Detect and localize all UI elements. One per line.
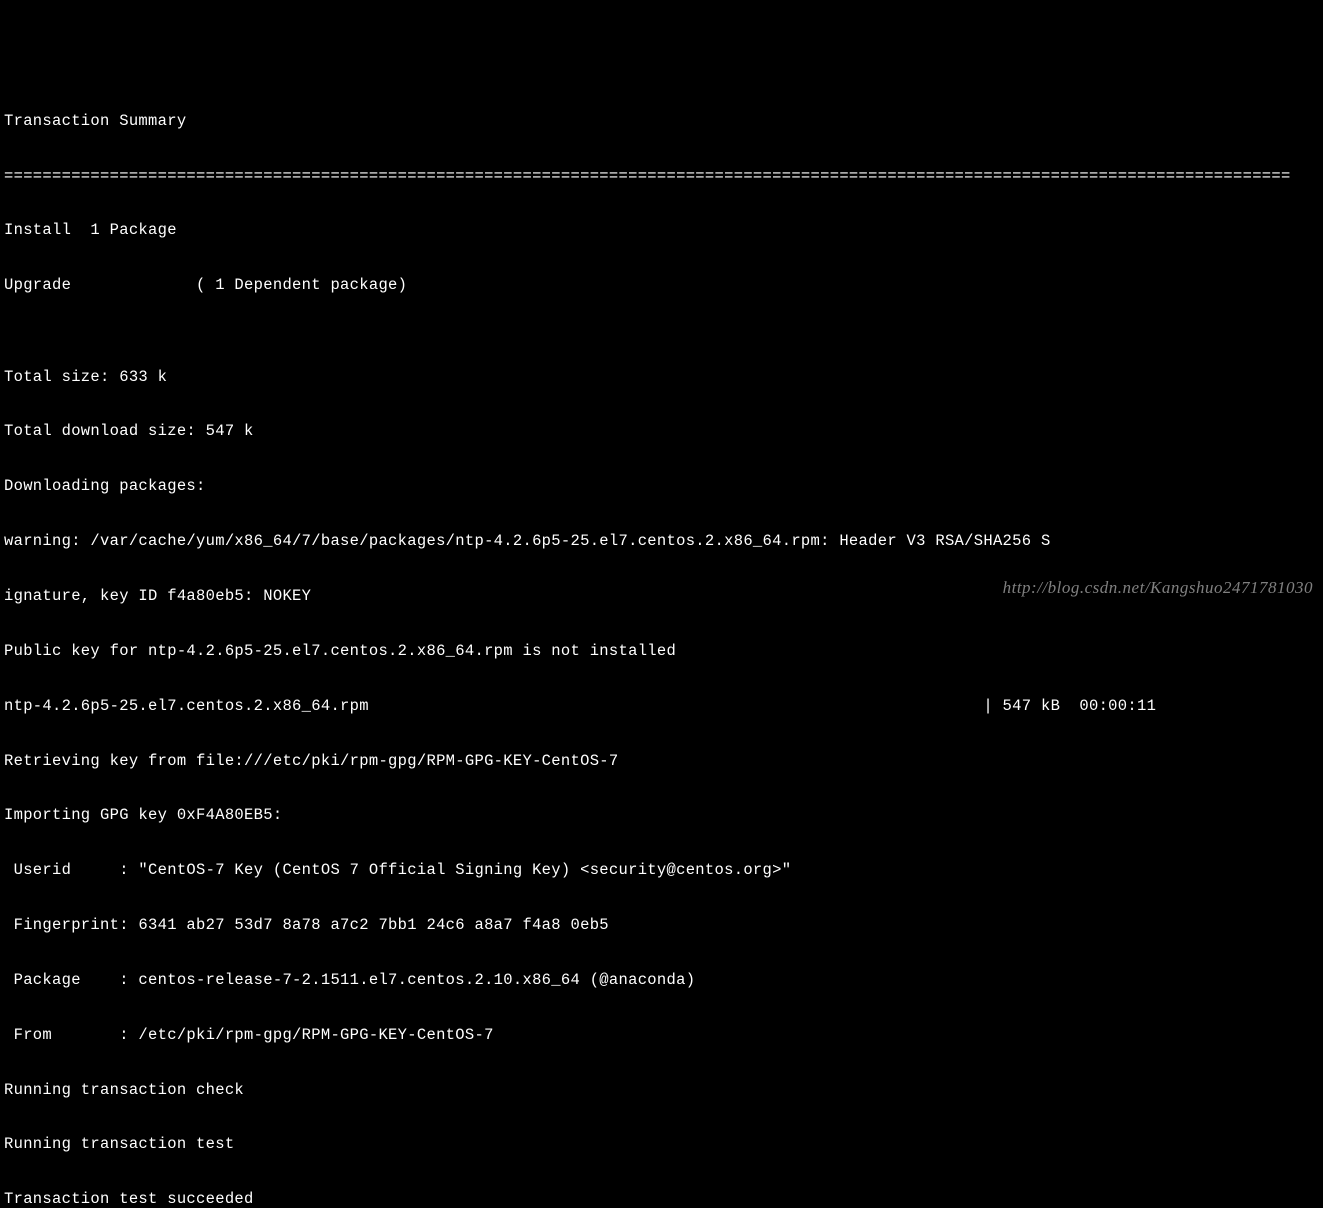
- terminal-line: Running transaction check: [4, 1081, 1323, 1099]
- terminal-line: Transaction Summary: [4, 112, 1323, 130]
- terminal-line: Public key for ntp-4.2.6p5-25.el7.centos…: [4, 642, 1323, 660]
- terminal-line: Package : centos-release-7-2.1511.el7.ce…: [4, 971, 1323, 989]
- watermark-text: http://blog.csdn.net/Kangshuo2471781030: [1003, 578, 1313, 598]
- terminal-line: Retrieving key from file:///etc/pki/rpm-…: [4, 752, 1323, 770]
- terminal-line: ntp-4.2.6p5-25.el7.centos.2.x86_64.rpm |…: [4, 697, 1323, 715]
- terminal-line: Upgrade ( 1 Dependent package): [4, 276, 1323, 294]
- terminal-output: Transaction Summary ====================…: [0, 73, 1323, 1208]
- terminal-line: Running transaction test: [4, 1135, 1323, 1153]
- terminal-line: From : /etc/pki/rpm-gpg/RPM-GPG-KEY-Cent…: [4, 1026, 1323, 1044]
- terminal-line: Install 1 Package: [4, 221, 1323, 239]
- terminal-line: Transaction test succeeded: [4, 1190, 1323, 1208]
- terminal-line: ========================================…: [4, 167, 1323, 185]
- terminal-line: Downloading packages:: [4, 477, 1323, 495]
- terminal-line: Total download size: 547 k: [4, 422, 1323, 440]
- terminal-line: Fingerprint: 6341 ab27 53d7 8a78 a7c2 7b…: [4, 916, 1323, 934]
- terminal-line: Total size: 633 k: [4, 368, 1323, 386]
- terminal-line: Importing GPG key 0xF4A80EB5:: [4, 806, 1323, 824]
- terminal-line: Userid : "CentOS-7 Key (CentOS 7 Officia…: [4, 861, 1323, 879]
- terminal-line: warning: /var/cache/yum/x86_64/7/base/pa…: [4, 532, 1323, 550]
